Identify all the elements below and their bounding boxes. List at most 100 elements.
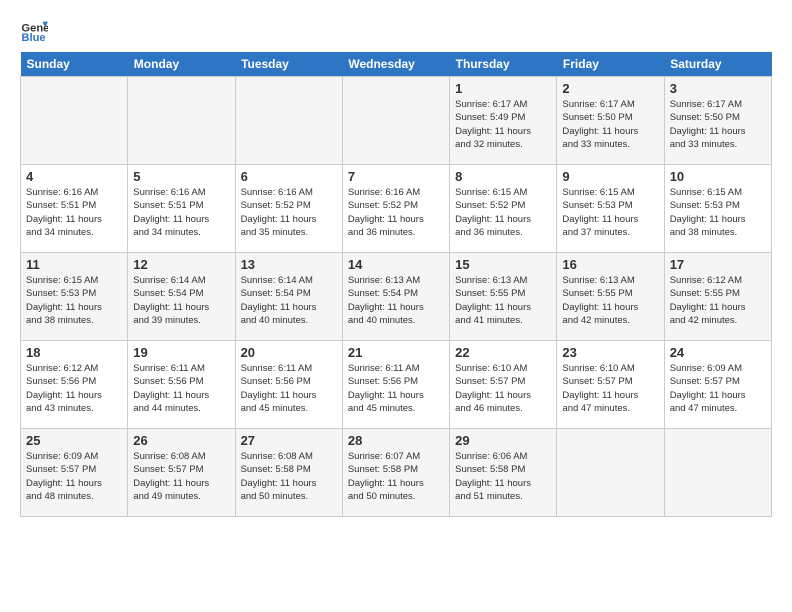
day-number: 21 bbox=[348, 345, 444, 360]
day-info: Sunrise: 6:08 AMSunset: 5:57 PMDaylight:… bbox=[133, 450, 229, 503]
days-header: SundayMondayTuesdayWednesdayThursdayFrid… bbox=[21, 52, 772, 77]
day-info: Sunrise: 6:08 AMSunset: 5:58 PMDaylight:… bbox=[241, 450, 337, 503]
day-number: 11 bbox=[26, 257, 122, 272]
day-info: Sunrise: 6:13 AMSunset: 5:55 PMDaylight:… bbox=[562, 274, 658, 327]
day-cell: 27 Sunrise: 6:08 AMSunset: 5:58 PMDayligh… bbox=[235, 429, 342, 517]
day-info: Sunrise: 6:07 AMSunset: 5:58 PMDaylight:… bbox=[348, 450, 444, 503]
logo-icon: General Blue bbox=[20, 16, 48, 44]
day-header-tuesday: Tuesday bbox=[235, 52, 342, 77]
day-cell: 14Sunrise: 6:13 AMSunset: 5:54 PMDayligh… bbox=[342, 253, 449, 341]
day-info: Sunrise: 6:15 AMSunset: 5:53 PMDaylight:… bbox=[562, 186, 658, 239]
day-cell: 24 Sunrise: 6:09 AMSunset: 5:57 PMDayligh… bbox=[664, 341, 771, 429]
calendar-table: SundayMondayTuesdayWednesdayThursdayFrid… bbox=[20, 52, 772, 517]
day-header-friday: Friday bbox=[557, 52, 664, 77]
day-header-wednesday: Wednesday bbox=[342, 52, 449, 77]
day-cell: 13 Sunrise: 6:14 AMSunset: 5:54 PMDayligh… bbox=[235, 253, 342, 341]
week-row-1: 1 Sunrise: 6:17 AMSunset: 5:49 PMDaylight… bbox=[21, 77, 772, 165]
day-info: Sunrise: 6:12 AMSunset: 5:55 PMDaylight:… bbox=[670, 274, 766, 327]
day-info: Sunrise: 6:16 AMSunset: 5:51 PMDaylight:… bbox=[26, 186, 122, 239]
day-cell: 17 Sunrise: 6:12 AMSunset: 5:55 PMDayligh… bbox=[664, 253, 771, 341]
day-header-saturday: Saturday bbox=[664, 52, 771, 77]
day-info: Sunrise: 6:13 AMSunset: 5:55 PMDaylight:… bbox=[455, 274, 551, 327]
day-number: 20 bbox=[241, 345, 337, 360]
day-info: Sunrise: 6:10 AMSunset: 5:57 PMDaylight:… bbox=[562, 362, 658, 415]
day-number: 28 bbox=[348, 433, 444, 448]
day-info: Sunrise: 6:16 AMSunset: 5:51 PMDaylight:… bbox=[133, 186, 229, 239]
day-cell: 18 Sunrise: 6:12 AMSunset: 5:56 PMDayligh… bbox=[21, 341, 128, 429]
day-number: 23 bbox=[562, 345, 658, 360]
day-number: 4 bbox=[26, 169, 122, 184]
day-cell: 10 Sunrise: 6:15 AMSunset: 5:53 PMDayligh… bbox=[664, 165, 771, 253]
day-number: 19 bbox=[133, 345, 229, 360]
day-info: Sunrise: 6:10 AMSunset: 5:57 PMDaylight:… bbox=[455, 362, 551, 415]
day-cell bbox=[342, 77, 449, 165]
day-info: Sunrise: 6:15 AMSunset: 5:53 PMDaylight:… bbox=[670, 186, 766, 239]
day-cell bbox=[664, 429, 771, 517]
day-info: Sunrise: 6:14 AMSunset: 5:54 PMDaylight:… bbox=[133, 274, 229, 327]
day-cell bbox=[235, 77, 342, 165]
day-info: Sunrise: 6:17 AMSunset: 5:49 PMDaylight:… bbox=[455, 98, 551, 151]
day-info: Sunrise: 6:16 AMSunset: 5:52 PMDaylight:… bbox=[348, 186, 444, 239]
day-number: 12 bbox=[133, 257, 229, 272]
week-row-4: 18 Sunrise: 6:12 AMSunset: 5:56 PMDayligh… bbox=[21, 341, 772, 429]
day-cell: 15 Sunrise: 6:13 AMSunset: 5:55 PMDayligh… bbox=[450, 253, 557, 341]
week-row-5: 25Sunrise: 6:09 AMSunset: 5:57 PMDayligh… bbox=[21, 429, 772, 517]
day-cell: 11 Sunrise: 6:15 AMSunset: 5:53 PMDayligh… bbox=[21, 253, 128, 341]
day-cell: 25Sunrise: 6:09 AMSunset: 5:57 PMDayligh… bbox=[21, 429, 128, 517]
day-number: 24 bbox=[670, 345, 766, 360]
day-cell: 6 Sunrise: 6:16 AMSunset: 5:52 PMDaylight… bbox=[235, 165, 342, 253]
day-number: 5 bbox=[133, 169, 229, 184]
day-info: Sunrise: 6:13 AMSunset: 5:54 PMDaylight:… bbox=[348, 274, 444, 327]
day-cell: 20 Sunrise: 6:11 AMSunset: 5:56 PMDayligh… bbox=[235, 341, 342, 429]
day-info: Sunrise: 6:11 AMSunset: 5:56 PMDaylight:… bbox=[241, 362, 337, 415]
day-info: Sunrise: 6:14 AMSunset: 5:54 PMDaylight:… bbox=[241, 274, 337, 327]
day-cell: 23 Sunrise: 6:10 AMSunset: 5:57 PMDayligh… bbox=[557, 341, 664, 429]
day-cell: 5 Sunrise: 6:16 AMSunset: 5:51 PMDaylight… bbox=[128, 165, 235, 253]
day-number: 18 bbox=[26, 345, 122, 360]
day-info: Sunrise: 6:09 AMSunset: 5:57 PMDaylight:… bbox=[26, 450, 122, 503]
day-cell: 8Sunrise: 6:15 AMSunset: 5:52 PMDaylight… bbox=[450, 165, 557, 253]
day-cell: 22 Sunrise: 6:10 AMSunset: 5:57 PMDayligh… bbox=[450, 341, 557, 429]
day-number: 8 bbox=[455, 169, 551, 184]
day-number: 7 bbox=[348, 169, 444, 184]
day-number: 6 bbox=[241, 169, 337, 184]
day-number: 27 bbox=[241, 433, 337, 448]
day-cell: 16 Sunrise: 6:13 AMSunset: 5:55 PMDayligh… bbox=[557, 253, 664, 341]
day-info: Sunrise: 6:09 AMSunset: 5:57 PMDaylight:… bbox=[670, 362, 766, 415]
week-row-3: 11 Sunrise: 6:15 AMSunset: 5:53 PMDayligh… bbox=[21, 253, 772, 341]
day-number: 17 bbox=[670, 257, 766, 272]
logo: General Blue bbox=[20, 16, 52, 44]
day-info: Sunrise: 6:06 AMSunset: 5:58 PMDaylight:… bbox=[455, 450, 551, 503]
day-cell: 3Sunrise: 6:17 AMSunset: 5:50 PMDaylight… bbox=[664, 77, 771, 165]
day-info: Sunrise: 6:11 AMSunset: 5:56 PMDaylight:… bbox=[348, 362, 444, 415]
day-cell: 21 Sunrise: 6:11 AMSunset: 5:56 PMDayligh… bbox=[342, 341, 449, 429]
day-number: 22 bbox=[455, 345, 551, 360]
day-cell: 28 Sunrise: 6:07 AMSunset: 5:58 PMDayligh… bbox=[342, 429, 449, 517]
day-header-thursday: Thursday bbox=[450, 52, 557, 77]
svg-text:Blue: Blue bbox=[21, 32, 45, 44]
day-number: 15 bbox=[455, 257, 551, 272]
day-cell: 29 Sunrise: 6:06 AMSunset: 5:58 PMDayligh… bbox=[450, 429, 557, 517]
day-number: 2 bbox=[562, 81, 658, 96]
week-row-2: 4 Sunrise: 6:16 AMSunset: 5:51 PMDaylight… bbox=[21, 165, 772, 253]
day-number: 10 bbox=[670, 169, 766, 184]
calendar-body: 1 Sunrise: 6:17 AMSunset: 5:49 PMDaylight… bbox=[21, 77, 772, 517]
day-header-monday: Monday bbox=[128, 52, 235, 77]
day-info: Sunrise: 6:12 AMSunset: 5:56 PMDaylight:… bbox=[26, 362, 122, 415]
day-number: 29 bbox=[455, 433, 551, 448]
day-number: 26 bbox=[133, 433, 229, 448]
day-number: 3 bbox=[670, 81, 766, 96]
day-info: Sunrise: 6:17 AMSunset: 5:50 PMDaylight:… bbox=[562, 98, 658, 151]
day-number: 1 bbox=[455, 81, 551, 96]
day-number: 9 bbox=[562, 169, 658, 184]
day-cell: 19Sunrise: 6:11 AMSunset: 5:56 PMDayligh… bbox=[128, 341, 235, 429]
day-cell bbox=[128, 77, 235, 165]
day-number: 13 bbox=[241, 257, 337, 272]
day-cell: 1 Sunrise: 6:17 AMSunset: 5:49 PMDaylight… bbox=[450, 77, 557, 165]
day-info: Sunrise: 6:15 AMSunset: 5:53 PMDaylight:… bbox=[26, 274, 122, 327]
day-info: Sunrise: 6:16 AMSunset: 5:52 PMDaylight:… bbox=[241, 186, 337, 239]
day-cell bbox=[21, 77, 128, 165]
day-cell: 2 Sunrise: 6:17 AMSunset: 5:50 PMDaylight… bbox=[557, 77, 664, 165]
day-number: 16 bbox=[562, 257, 658, 272]
day-cell: 7 Sunrise: 6:16 AMSunset: 5:52 PMDaylight… bbox=[342, 165, 449, 253]
